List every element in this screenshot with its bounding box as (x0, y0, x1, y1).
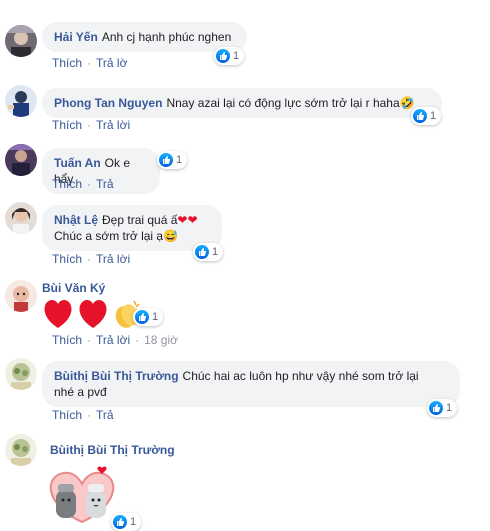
like-link[interactable]: Thích (52, 118, 82, 132)
heart-icon (44, 300, 72, 328)
reaction-count-text: 1 (233, 50, 240, 62)
commenter-name[interactable]: Hải Yến (54, 30, 98, 44)
reaction-count-text: 1 (130, 516, 137, 528)
comment-text: Đẹp trai quá ấ (102, 213, 178, 227)
commenter-name[interactable]: Nhật Lệ (54, 213, 98, 227)
comment-actions: Thích · Trả lời (52, 118, 131, 132)
reaction-count[interactable]: 1 (157, 151, 188, 169)
heart-icon (79, 300, 107, 328)
comment-text: Chúc a sớm trở lại ạ (54, 229, 164, 243)
like-link[interactable]: Thích (52, 408, 82, 422)
like-icon (159, 153, 173, 167)
reaction-count-text: 1 (176, 154, 183, 166)
comment-actions: Thích · Trả (52, 177, 114, 191)
avatar[interactable] (5, 202, 37, 234)
comment-text: Nnay azai lại có động lực sớm trở lại r … (166, 96, 400, 110)
reply-link[interactable]: Trả lờ (96, 56, 127, 70)
reaction-count[interactable]: 1 (111, 513, 142, 531)
comment-actions: Thích · Trả (52, 408, 114, 422)
commenter-name-wrap: Bùithị Bùi Thị Trường (50, 443, 179, 457)
comment-text: Anh cj hạnh phúc nghen (101, 30, 232, 44)
comment-bubble: Bùithị Bùi Thị Trường Chúc hai ac luôn hp… (42, 361, 460, 407)
comment-bubble: Nhật Lệ Đẹp trai quá ấ❤❤ Chúc a sớm trở l… (42, 205, 222, 251)
reaction-count-text: 1 (430, 110, 437, 122)
comment-text: nhé a pvđ (54, 385, 107, 399)
reaction-count[interactable]: 1 (133, 308, 164, 326)
like-icon (113, 515, 127, 529)
reply-link[interactable]: Trả lời (96, 333, 130, 347)
timestamp[interactable]: 18 giờ (144, 333, 178, 347)
like-icon (216, 49, 230, 63)
like-icon (413, 109, 427, 123)
comment-text: Chúc hai ac luôn hp như vậy nhé som trở … (182, 369, 419, 383)
reaction-count-text: 1 (446, 402, 453, 414)
avatar[interactable] (5, 144, 37, 176)
salt-pepper-couple-sticker[interactable] (42, 466, 122, 526)
reaction-count[interactable]: 1 (411, 107, 442, 125)
commenter-name[interactable]: Bùi Văn Ký (42, 281, 105, 295)
like-link[interactable]: Thích (52, 177, 82, 191)
comment-bubble: Hải Yến Anh cj hạnh phúc nghen (42, 22, 247, 52)
reaction-count-text: 1 (152, 311, 159, 323)
like-icon (135, 310, 149, 324)
reply-link[interactable]: Trả lời (96, 252, 130, 266)
commenter-name[interactable]: Phong Tan Nguyen (54, 96, 162, 110)
like-icon (195, 245, 209, 259)
like-icon (429, 401, 443, 415)
like-link[interactable]: Thích (52, 252, 82, 266)
commenter-name[interactable]: Bùithị Bùi Thị Trường (54, 369, 179, 383)
reaction-count[interactable]: 1 (427, 399, 458, 417)
reply-link[interactable]: Trả lời (96, 118, 130, 132)
commenter-name[interactable]: Tuấn An (54, 156, 101, 170)
reply-link[interactable]: Trả (96, 177, 114, 191)
grin-sweat-icon: 😅 (163, 229, 179, 243)
avatar[interactable] (5, 358, 37, 390)
comment-actions: Thích · Trả lờ (52, 56, 128, 70)
avatar[interactable] (5, 280, 37, 312)
commenter-name[interactable]: Bùithị Bùi Thị Trường (50, 443, 175, 457)
reaction-count-text: 1 (212, 246, 219, 258)
like-link[interactable]: Thích (52, 56, 82, 70)
comment-actions: Thích · Trả lời (52, 252, 131, 266)
emoji-comment (42, 299, 142, 329)
commenter-name-wrap: Bùi Văn Ký (42, 281, 109, 295)
like-link[interactable]: Thích (52, 333, 82, 347)
avatar[interactable] (5, 434, 37, 466)
avatar[interactable] (5, 25, 37, 57)
rofl-icon: 🤣 (399, 96, 415, 110)
heart-icon: ❤❤ (177, 213, 198, 227)
avatar[interactable] (5, 85, 37, 117)
reaction-count[interactable]: 1 (193, 243, 224, 261)
reply-link[interactable]: Trả (96, 408, 114, 422)
reaction-count[interactable]: 1 (214, 47, 245, 65)
comment-actions: Thích · Trả lời · 18 giờ (52, 333, 178, 347)
comment-bubble: Phong Tan Nguyen Nnay azai lại có động lự… (42, 88, 442, 118)
